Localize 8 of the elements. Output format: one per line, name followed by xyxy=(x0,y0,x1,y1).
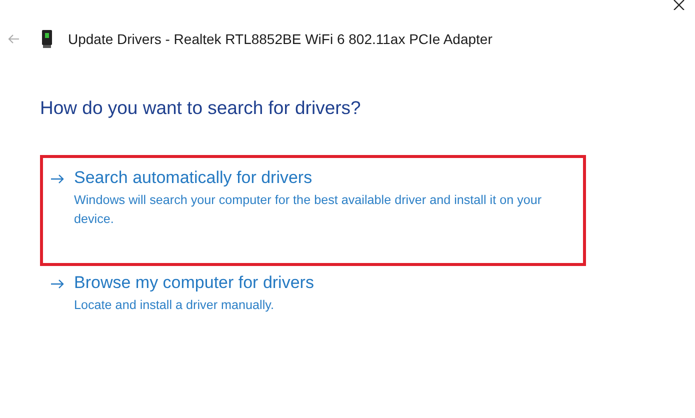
search-option[interactable]: Browse my computer for drivers Locate and install a driver manually. xyxy=(40,266,586,352)
dialog-heading: How do you want to search for drivers? xyxy=(40,96,362,120)
window-title: Update Drivers - Realtek RTL8852BE WiFi 6 802.11ax PCIe Adapter xyxy=(68,30,492,49)
arrow-icon xyxy=(51,278,64,289)
search-option[interactable]: Search automatically for drivers Windows will search your computer for the best available driver and install it on your device. xyxy=(40,154,586,266)
arrow-icon xyxy=(51,174,64,184)
network-adapter-icon xyxy=(42,30,52,48)
close-icon[interactable] xyxy=(673,0,685,10)
